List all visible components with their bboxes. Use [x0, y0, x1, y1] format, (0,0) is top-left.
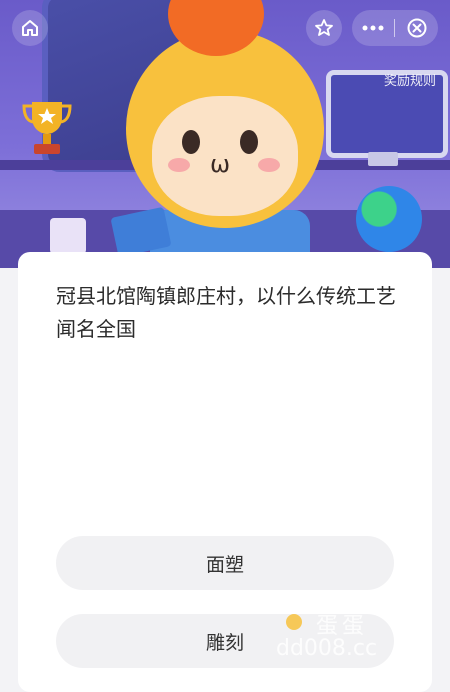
star-icon — [315, 19, 333, 36]
more-dots-icon — [362, 25, 384, 31]
trophy-icon — [22, 102, 72, 154]
capsule-menu — [352, 10, 438, 46]
bulb-icon — [286, 614, 302, 630]
option-button[interactable]: 面塑 — [56, 536, 394, 590]
mascot-eye-left — [182, 130, 200, 154]
reward-rules-link[interactable]: 奖励规则 — [384, 70, 436, 89]
mascot-mouth: ω — [210, 150, 231, 178]
monitor-stand — [368, 152, 398, 166]
close-circle-icon — [407, 18, 427, 38]
close-button[interactable] — [397, 17, 437, 39]
mascot-cheek-right — [258, 158, 280, 172]
more-button[interactable] — [353, 24, 393, 32]
home-icon — [22, 20, 38, 36]
globe-illustration — [356, 186, 422, 252]
watermark: 蛋蛋 dd008.cc — [276, 606, 436, 666]
mascot-cheek-left — [168, 158, 190, 172]
mascot-eye-right — [240, 130, 258, 154]
watermark-line2: dd008.cc — [276, 636, 378, 661]
capsule-divider — [394, 19, 396, 37]
mug-illustration — [50, 218, 86, 254]
question-text: 冠县北馆陶镇郎庄村，以什么传统工艺闻名全国 — [56, 284, 396, 341]
home-button[interactable] — [12, 10, 48, 46]
favorite-button[interactable] — [306, 10, 342, 46]
